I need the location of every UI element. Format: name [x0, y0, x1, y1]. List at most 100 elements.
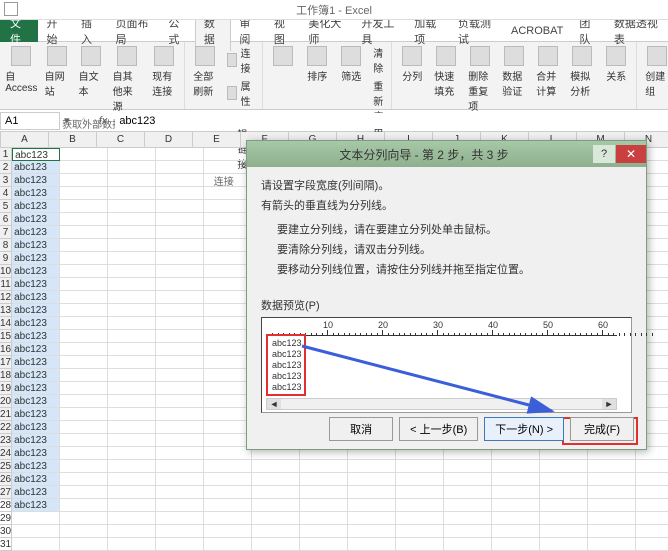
cell[interactable] — [252, 525, 300, 538]
cell[interactable] — [156, 278, 204, 291]
cell[interactable]: abc123 — [12, 343, 60, 356]
cell[interactable] — [588, 512, 636, 525]
row-header[interactable]: 2 — [0, 161, 12, 174]
col-header-A[interactable]: A — [1, 132, 49, 148]
cell[interactable]: abc123 — [12, 460, 60, 473]
cell[interactable]: abc123 — [12, 421, 60, 434]
cell[interactable] — [108, 304, 156, 317]
sort-az-button[interactable] — [267, 44, 299, 70]
row-header[interactable]: 26 — [0, 473, 12, 486]
cell[interactable] — [60, 512, 108, 525]
cell[interactable] — [156, 252, 204, 265]
cell[interactable] — [204, 486, 252, 499]
cell[interactable] — [300, 460, 348, 473]
cell[interactable] — [108, 174, 156, 187]
remove-dup-button[interactable]: 删除重复项 — [464, 44, 496, 115]
cell[interactable] — [636, 512, 668, 525]
cell[interactable] — [588, 538, 636, 551]
cell[interactable] — [444, 525, 492, 538]
formula-input[interactable] — [115, 113, 668, 129]
fx-label[interactable]: fx — [91, 115, 116, 127]
cell[interactable] — [108, 460, 156, 473]
cell[interactable] — [60, 408, 108, 421]
cell[interactable] — [300, 473, 348, 486]
cell[interactable] — [204, 408, 252, 421]
cell[interactable] — [60, 317, 108, 330]
cell[interactable] — [108, 317, 156, 330]
cell[interactable] — [60, 473, 108, 486]
cell[interactable] — [540, 525, 588, 538]
name-box[interactable] — [0, 112, 60, 130]
cell[interactable] — [156, 174, 204, 187]
cell[interactable]: abc123 — [12, 187, 60, 200]
cell[interactable] — [12, 538, 60, 551]
cell[interactable] — [108, 473, 156, 486]
cell[interactable] — [204, 473, 252, 486]
from-access-button[interactable]: 自 Access — [4, 44, 39, 96]
cell[interactable] — [204, 226, 252, 239]
cell[interactable] — [396, 499, 444, 512]
cell[interactable] — [60, 421, 108, 434]
cell[interactable] — [60, 382, 108, 395]
file-tab[interactable]: 文件 — [0, 20, 38, 42]
cell[interactable] — [252, 473, 300, 486]
relations-button[interactable]: 关系 — [600, 44, 632, 85]
cell[interactable] — [444, 538, 492, 551]
cell[interactable] — [156, 187, 204, 200]
cell[interactable] — [252, 499, 300, 512]
cell[interactable] — [60, 265, 108, 278]
cell[interactable] — [108, 252, 156, 265]
cell[interactable] — [396, 525, 444, 538]
cell[interactable] — [444, 512, 492, 525]
cell[interactable] — [204, 187, 252, 200]
cell[interactable] — [588, 499, 636, 512]
cell[interactable] — [204, 538, 252, 551]
cell[interactable] — [60, 395, 108, 408]
cell[interactable] — [348, 499, 396, 512]
cell[interactable]: abc123 — [12, 408, 60, 421]
cell[interactable] — [204, 304, 252, 317]
row-header[interactable]: 22 — [0, 421, 12, 434]
cell[interactable] — [204, 460, 252, 473]
cell[interactable] — [396, 538, 444, 551]
cell[interactable] — [204, 395, 252, 408]
clear-button[interactable]: 清除 — [369, 44, 387, 76]
row-header[interactable]: 1 — [0, 148, 12, 161]
cell[interactable] — [156, 343, 204, 356]
cell[interactable] — [156, 148, 204, 161]
row-header[interactable]: 25 — [0, 460, 12, 473]
row-header[interactable]: 9 — [0, 252, 12, 265]
cell[interactable] — [204, 434, 252, 447]
cell[interactable]: abc123 — [12, 291, 60, 304]
cell[interactable] — [108, 213, 156, 226]
cell[interactable] — [156, 460, 204, 473]
cell[interactable] — [300, 512, 348, 525]
cell[interactable] — [156, 395, 204, 408]
cell[interactable] — [204, 382, 252, 395]
cell[interactable] — [588, 460, 636, 473]
reapply-button[interactable]: 重新应用 — [369, 77, 387, 139]
cell[interactable]: abc123 — [12, 265, 60, 278]
cell[interactable] — [108, 447, 156, 460]
cell[interactable] — [108, 512, 156, 525]
cell[interactable] — [588, 486, 636, 499]
cell[interactable] — [156, 499, 204, 512]
cell[interactable] — [204, 330, 252, 343]
properties-button[interactable]: 属性 — [223, 77, 258, 109]
cell[interactable] — [204, 343, 252, 356]
cell[interactable]: abc123 — [12, 148, 60, 161]
cell[interactable] — [252, 486, 300, 499]
cell[interactable] — [540, 512, 588, 525]
cell[interactable] — [12, 525, 60, 538]
cell[interactable] — [60, 239, 108, 252]
row-header[interactable]: 4 — [0, 187, 12, 200]
name-box-dropdown[interactable]: ▾ — [60, 114, 74, 127]
cell[interactable] — [156, 304, 204, 317]
cell[interactable] — [540, 499, 588, 512]
cell[interactable] — [108, 421, 156, 434]
cell[interactable] — [60, 213, 108, 226]
cell[interactable] — [156, 356, 204, 369]
row-header[interactable]: 30 — [0, 525, 12, 538]
cell[interactable]: abc123 — [12, 447, 60, 460]
cell[interactable] — [588, 525, 636, 538]
